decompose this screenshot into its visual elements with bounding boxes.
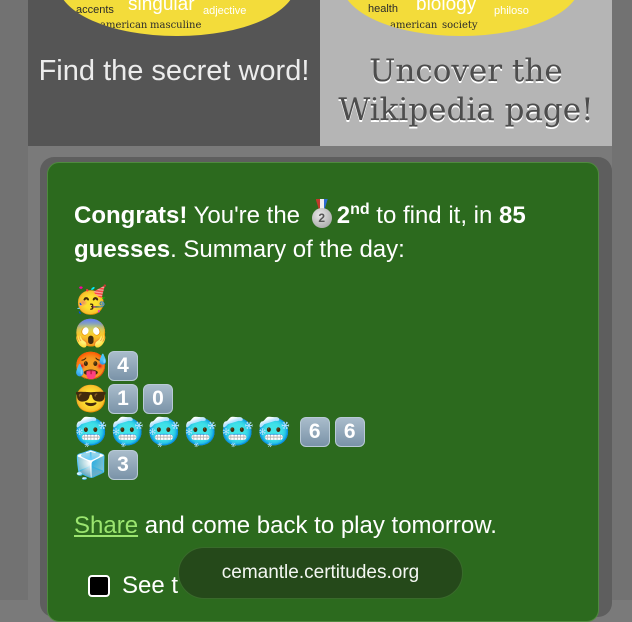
count-keycap: 6: [299, 416, 330, 447]
rank-outro: to find it, in: [369, 202, 500, 229]
ice-cube-icon: 🧊: [74, 449, 108, 480]
medal-number: 2: [311, 208, 332, 228]
count-keycap: 1: [108, 383, 138, 414]
summary-row: 🥶🥶🥶🥶🥶🥶 6 6: [74, 415, 370, 448]
cold-face-icon: 🥶🥶🥶🥶🥶🥶: [74, 416, 294, 447]
page-margin-right: [612, 0, 632, 600]
second-place-medal-icon: 2: [311, 199, 333, 229]
cloud-word: accents: [76, 4, 114, 16]
count-keycap: 0: [143, 383, 173, 414]
cloud-word: masculine: [150, 20, 202, 31]
see-option[interactable]: See t: [88, 569, 178, 603]
cloud-word: health: [368, 3, 398, 15]
congrats-label: Congrats!: [74, 202, 188, 229]
tab-uncover-wikipedia-page[interactable]: health biology philoso american society …: [320, 0, 612, 146]
summary-row: 😱: [74, 316, 370, 349]
cloud-word: philoso: [494, 5, 529, 17]
summary-row: 🥵 4: [74, 349, 370, 382]
rank-number: 2nd: [336, 201, 370, 229]
summary-intro: . Summary of the day:: [170, 236, 405, 263]
tab-title: Uncover the Wikipedia page!: [338, 53, 594, 128]
word-cloud-logo: health biology philoso american society …: [342, 0, 580, 36]
count-keycap: 6: [334, 416, 365, 447]
cloud-word: american: [100, 20, 148, 31]
summary-row: 🥳: [74, 283, 370, 316]
see-label: See t: [122, 572, 179, 599]
page-margin-left: [0, 0, 28, 600]
congrats-message: Congrats! You're the 2 2nd to find it, in…: [74, 193, 584, 267]
screaming-face-icon: 😱: [74, 317, 108, 348]
word-cloud-logo: accents singular adjective american masc…: [58, 0, 296, 36]
cloud-word: singular: [128, 0, 195, 15]
hot-face-icon: 🥵: [74, 350, 108, 381]
cloud-word: adjective: [203, 5, 247, 17]
tab-find-secret-word[interactable]: accents singular adjective american masc…: [28, 0, 320, 146]
share-link[interactable]: Share: [74, 512, 138, 539]
see-checkbox[interactable]: [88, 575, 110, 597]
share-message: Share and come back to play tomorrow.: [74, 509, 497, 543]
cloud-word: american: [390, 20, 438, 31]
url-toast: cemantle.certitudes.org: [178, 547, 463, 599]
summary-row: 🧊 3: [74, 448, 370, 481]
rank-intro: You're the: [187, 202, 307, 229]
summary-row: 😎 1 0: [74, 382, 370, 415]
sunglasses-face-icon: 😎: [74, 383, 108, 414]
cloud-word: biology: [416, 0, 477, 15]
tab-title: Find the secret word!: [38, 55, 310, 87]
daily-summary: 🥳 😱 🥵 4 😎 1 0 🥶🥶🥶🥶🥶🥶 6 6 🧊 3: [74, 283, 370, 481]
cloud-word: society: [442, 20, 478, 31]
partying-face-icon: 🥳: [74, 284, 108, 315]
count-keycap: 3: [108, 449, 138, 480]
share-rest: and come back to play tomorrow.: [138, 512, 497, 539]
count-keycap: 4: [108, 350, 138, 381]
